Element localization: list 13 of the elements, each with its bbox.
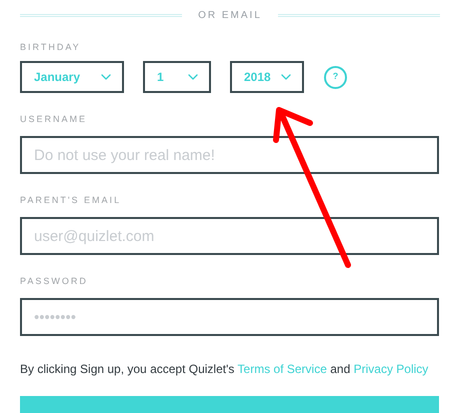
field-label: PARENT'S EMAIL xyxy=(20,196,122,205)
select-field[interactable]: 1 xyxy=(143,61,211,93)
field-label: PASSWORD xyxy=(20,277,89,286)
help-button[interactable]: ? xyxy=(324,66,347,88)
select-field[interactable]: January xyxy=(20,61,124,93)
text-field[interactable]: •••••••• xyxy=(20,298,439,336)
divider-label: OR EMAIL xyxy=(198,9,262,23)
privacy-link[interactable]: Privacy Policy xyxy=(354,362,428,376)
terms-link[interactable]: Terms of Service xyxy=(238,362,327,376)
terms-text: By clicking Sign up, you accept Quizlet's Terms of Service and Privacy Policy xyxy=(20,361,430,378)
field-label: USERNAME xyxy=(20,115,88,124)
field-label: BIRTHDAY xyxy=(20,43,82,52)
select-field[interactable]: 2018 xyxy=(230,61,304,93)
